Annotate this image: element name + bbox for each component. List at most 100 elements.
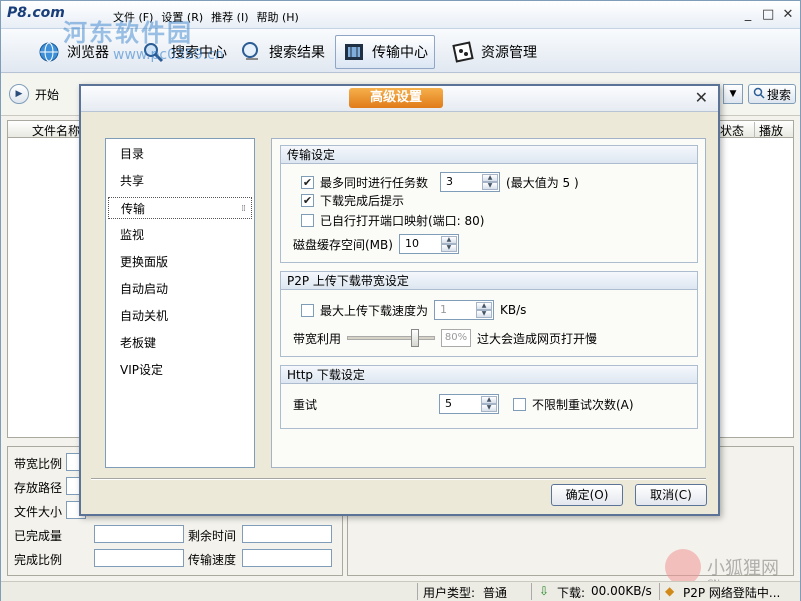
menu-bar: 文件 (F) 设置 (R) 推荐 (I) 帮助 (H) bbox=[113, 9, 299, 25]
stepper-down-icon[interactable]: ▼ bbox=[482, 182, 499, 190]
slider-thumb[interactable] bbox=[411, 329, 420, 347]
file-size-label: 文件大小 bbox=[14, 505, 63, 519]
tab-search-results[interactable]: 搜索结果 bbox=[233, 35, 331, 69]
start-button[interactable]: ▶ 开始 bbox=[9, 84, 59, 104]
column-play[interactable]: 播放 bbox=[754, 122, 783, 139]
tab-resource-manager[interactable]: 资源管理 bbox=[445, 35, 543, 69]
max-tasks-hint: (最大值为 5 ) bbox=[506, 175, 579, 190]
grip-icon: ⁞⁞ bbox=[241, 204, 246, 214]
bandwidth-row: 带宽利用 80% 过大会造成网页打开慢 bbox=[293, 328, 597, 348]
logo-text: P8.com bbox=[7, 5, 65, 21]
max-speed-row: 最大上传下载速度为 1 ▲ ▼ KB/s bbox=[301, 300, 526, 320]
dialog-body: 目录 共享 传输 ⁞⁞ 监视 更换面版 自动启动 自动关机 老板键 VIP设定 传… bbox=[85, 116, 714, 478]
max-tasks-row: ✔ 最多同时进行任务数 3 ▲ ▼ (最大值为 5 ) bbox=[301, 172, 579, 192]
maximize-button[interactable]: □ bbox=[762, 7, 774, 22]
resource-manager-icon bbox=[451, 40, 475, 64]
download-speed-value: 00.00KB/s bbox=[591, 584, 652, 598]
tab-search-center[interactable]: 搜索中心 bbox=[135, 35, 233, 69]
stepper-down-icon[interactable]: ▼ bbox=[440, 244, 457, 252]
menu-recommend[interactable]: 推荐 (I) bbox=[211, 9, 248, 25]
category-skin[interactable]: 更换面版 bbox=[108, 251, 252, 273]
status-bar: 用户类型: 普通 ⇩ 下载: 00.00KB/s ◆ P2P 网络登陆中... bbox=[1, 581, 800, 601]
unlimited-retry-label: 不限制重试次数(A) bbox=[532, 397, 634, 412]
status-separator bbox=[531, 583, 532, 600]
stepper-down-icon[interactable]: ▼ bbox=[476, 310, 493, 318]
minimize-button[interactable]: _ bbox=[742, 7, 754, 22]
menu-file[interactable]: 文件 (F) bbox=[113, 9, 153, 25]
search-icon bbox=[753, 87, 765, 102]
category-vip[interactable]: VIP设定 bbox=[108, 359, 252, 381]
cancel-button[interactable]: 取消(C) bbox=[635, 484, 707, 506]
disk-cache-value: 10 bbox=[404, 237, 419, 250]
category-autoshutdown[interactable]: 自动关机 bbox=[108, 305, 252, 327]
bandwidth-slider[interactable] bbox=[347, 328, 436, 348]
max-speed-stepper[interactable]: 1 ▲ ▼ bbox=[434, 300, 495, 320]
stepper-up-icon[interactable]: ▲ bbox=[440, 236, 457, 244]
start-label: 开始 bbox=[35, 87, 60, 102]
tab-browser[interactable]: 浏览器 bbox=[31, 35, 115, 69]
menu-settings[interactable]: 设置 (R) bbox=[161, 9, 203, 25]
search-label: 搜索 bbox=[766, 87, 791, 102]
dialog-close-icon[interactable]: ✕ bbox=[695, 88, 708, 107]
retry-stepper[interactable]: 5 ▲ ▼ bbox=[439, 394, 499, 414]
play-icon: ▶ bbox=[9, 84, 29, 104]
tab-transfer-center[interactable]: 传输中心 bbox=[335, 35, 435, 69]
settings-category-list: 目录 共享 传输 ⁞⁞ 监视 更换面版 自动启动 自动关机 老板键 VIP设定 bbox=[105, 138, 255, 468]
category-directory[interactable]: 目录 bbox=[108, 143, 252, 165]
max-speed-checkbox[interactable] bbox=[301, 303, 314, 317]
category-autostart[interactable]: 自动启动 bbox=[108, 278, 252, 300]
bandwidth-label: 带宽利用 bbox=[293, 331, 342, 346]
notify-label: 下载完成后提示 bbox=[320, 194, 405, 208]
max-tasks-checkbox[interactable]: ✔ bbox=[301, 175, 314, 189]
search-center-icon bbox=[141, 40, 165, 64]
retry-value: 5 bbox=[445, 397, 452, 410]
stepper-up-icon[interactable]: ▲ bbox=[481, 396, 497, 404]
tab-transfer-center-label: 传输中心 bbox=[372, 45, 428, 61]
category-sharing[interactable]: 共享 bbox=[108, 170, 252, 192]
title-bar: P8.com 文件 (F) 设置 (R) 推荐 (I) 帮助 (H) _ □ ✕ bbox=[1, 1, 800, 29]
category-monitor[interactable]: 监视 bbox=[108, 224, 252, 246]
transfer-settings-header: 传输设定 bbox=[281, 146, 697, 164]
stepper-down-icon[interactable]: ▼ bbox=[481, 404, 497, 412]
column-status[interactable]: 状态 bbox=[720, 122, 744, 139]
notify-row: ✔ 下载完成后提示 bbox=[301, 192, 404, 209]
notify-checkbox[interactable]: ✔ bbox=[301, 194, 314, 207]
remaining-time-label: 剩余时间 bbox=[188, 529, 237, 543]
http-settings-group: Http 下载设定 重试 5 ▲ ▼ 不限制重试次数(A) bbox=[280, 365, 698, 429]
completed-label: 已完成量 bbox=[14, 529, 63, 543]
transfer-speed-label: 传输速度 bbox=[188, 553, 237, 567]
category-transfer[interactable]: 传输 ⁞⁞ bbox=[108, 197, 252, 219]
tab-search-results-label: 搜索结果 bbox=[269, 45, 325, 61]
settings-panel: 传输设定 ✔ 最多同时进行任务数 3 ▲ ▼ (最大值为 5 ) ✔ 下载完成后提… bbox=[271, 138, 706, 468]
search-button[interactable]: 搜索 bbox=[748, 84, 796, 104]
max-speed-label: 最大上传下载速度为 bbox=[320, 303, 429, 318]
stepper-up-icon[interactable]: ▲ bbox=[476, 302, 493, 310]
stepper-up-icon[interactable]: ▲ bbox=[482, 174, 499, 182]
download-arrow-icon: ⇩ bbox=[539, 584, 550, 598]
max-tasks-stepper[interactable]: 3 ▲ ▼ bbox=[440, 172, 501, 192]
max-speed-unit: KB/s bbox=[500, 303, 527, 317]
dialog-title: 高级设置 bbox=[349, 88, 443, 108]
ok-button[interactable]: 确定(O) bbox=[551, 484, 623, 506]
stepper-arrows[interactable]: ▲ ▼ bbox=[481, 396, 497, 412]
port-mapping-checkbox[interactable] bbox=[301, 214, 314, 227]
port-mapping-label: 已自行打开端口映射(端口: 80) bbox=[320, 214, 485, 228]
column-filename[interactable]: 文件名称 bbox=[32, 122, 80, 139]
close-button[interactable]: ✕ bbox=[782, 7, 794, 22]
unlimited-retry-checkbox[interactable] bbox=[513, 397, 526, 411]
browser-icon bbox=[37, 40, 61, 64]
stepper-arrows[interactable]: ▲ ▼ bbox=[476, 302, 493, 318]
stepper-arrows[interactable]: ▲ ▼ bbox=[482, 174, 499, 190]
transfer-speed-field bbox=[242, 549, 332, 567]
stepper-arrows[interactable]: ▲ ▼ bbox=[440, 236, 457, 252]
remaining-time-field bbox=[242, 525, 332, 543]
status-separator bbox=[417, 583, 418, 600]
chevron-down-icon: ▼ bbox=[729, 89, 737, 99]
max-speed-value: 1 bbox=[440, 303, 448, 316]
max-tasks-value: 3 bbox=[446, 175, 454, 188]
max-tasks-label: 最多同时进行任务数 bbox=[320, 175, 429, 190]
menu-help[interactable]: 帮助 (H) bbox=[256, 9, 298, 25]
search-dropdown-button[interactable]: ▼ bbox=[723, 84, 743, 104]
category-boss-key[interactable]: 老板键 bbox=[108, 332, 252, 354]
disk-cache-stepper[interactable]: 10 ▲ ▼ bbox=[398, 234, 459, 254]
